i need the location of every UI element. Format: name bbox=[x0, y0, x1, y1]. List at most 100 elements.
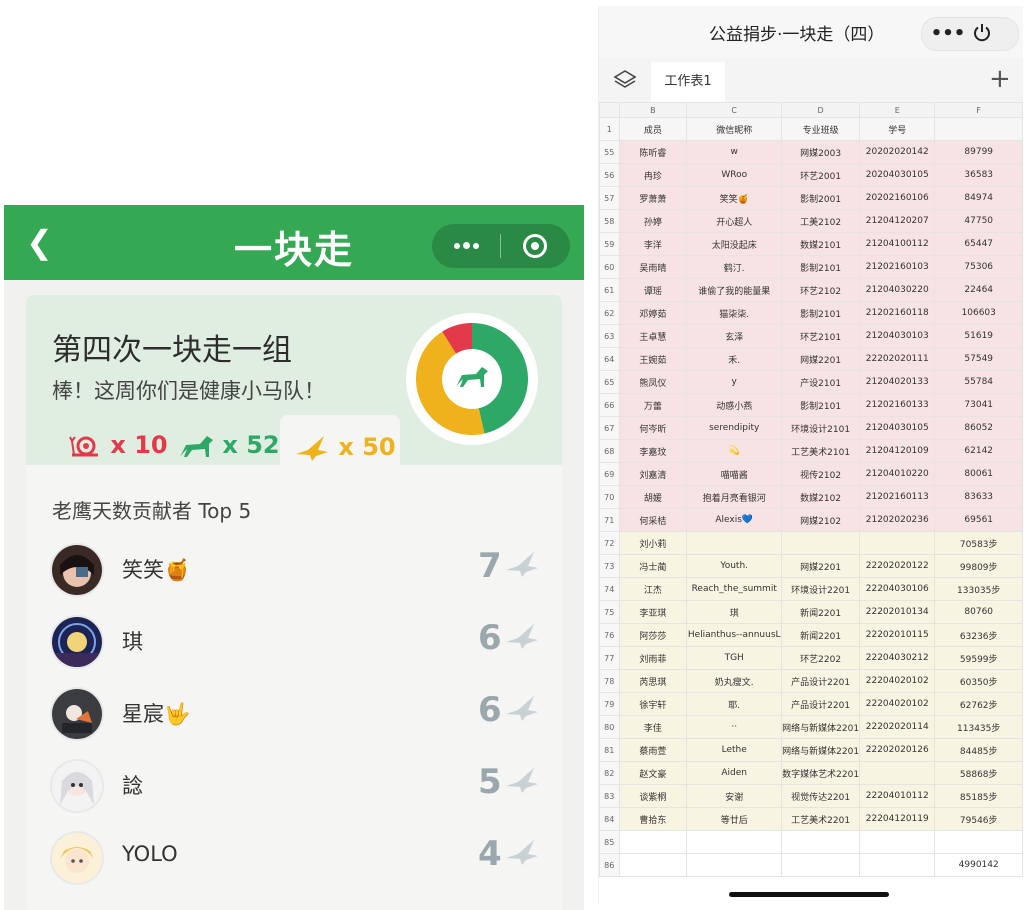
table-cell[interactable]: 吴雨晴 bbox=[618, 255, 688, 279]
table-cell[interactable]: 20202020142 bbox=[859, 140, 936, 164]
table-cell[interactable]: 网络与新媒体2201 bbox=[781, 715, 861, 739]
table-cell[interactable]: Reach_the_summit bbox=[686, 577, 783, 601]
add-sheet-button[interactable]: + bbox=[989, 64, 1011, 94]
table-cell[interactable]: 何岑昕 bbox=[618, 416, 688, 440]
table-cell[interactable] bbox=[781, 830, 861, 854]
table-cell[interactable] bbox=[618, 830, 688, 854]
table-cell[interactable]: 微信昵称 bbox=[686, 117, 783, 141]
row-number[interactable]: 55 bbox=[599, 140, 620, 164]
table-cell[interactable]: Youth. bbox=[686, 554, 783, 578]
row-number[interactable]: 62 bbox=[599, 301, 620, 325]
table-cell[interactable]: Alexis💙 bbox=[686, 508, 783, 532]
table-cell[interactable]: 85185步 bbox=[934, 784, 1023, 808]
table-cell[interactable]: 数媒2101 bbox=[781, 232, 861, 256]
table-cell[interactable]: 谁偷了我的能量果 bbox=[686, 278, 783, 302]
table-cell[interactable] bbox=[618, 853, 688, 877]
ranking-row[interactable]: 諗 5 bbox=[52, 756, 552, 816]
table-cell[interactable]: 产品设计2201 bbox=[781, 669, 861, 693]
table-cell[interactable]: 环艺2102 bbox=[781, 278, 861, 302]
table-cell[interactable]: 21204120207 bbox=[859, 209, 936, 233]
table-cell[interactable] bbox=[859, 761, 936, 785]
table-cell[interactable]: 笑笑🍯 bbox=[686, 186, 783, 210]
column-header[interactable]: B bbox=[618, 102, 688, 118]
table-cell[interactable]: 22464 bbox=[934, 278, 1023, 302]
row-number[interactable]: 79 bbox=[599, 692, 620, 716]
table-cell[interactable]: 网媒2003 bbox=[781, 140, 861, 164]
row-number[interactable]: 68 bbox=[599, 439, 620, 463]
table-cell[interactable]: 产品设计2201 bbox=[781, 692, 861, 716]
row-number[interactable]: 78 bbox=[599, 669, 620, 693]
table-cell[interactable] bbox=[859, 853, 936, 877]
table-cell[interactable]: 动感小燕 bbox=[686, 393, 783, 417]
table-cell[interactable]: 22204010112 bbox=[859, 784, 936, 808]
table-cell[interactable]: WRoo bbox=[686, 163, 783, 187]
table-cell[interactable]: 75306 bbox=[934, 255, 1023, 279]
table-cell[interactable]: 73041 bbox=[934, 393, 1023, 417]
table-cell[interactable]: 环境设计2201 bbox=[781, 577, 861, 601]
table-cell[interactable]: 21202160118 bbox=[859, 301, 936, 325]
table-cell[interactable]: 数字媒体艺术2201 bbox=[781, 761, 861, 785]
table-cell[interactable]: 李嘉玟 bbox=[618, 439, 688, 463]
table-cell[interactable]: 36583 bbox=[934, 163, 1023, 187]
table-cell[interactable]: 21204020133 bbox=[859, 370, 936, 394]
row-number[interactable]: 70 bbox=[599, 485, 620, 509]
row-number[interactable]: 74 bbox=[599, 577, 620, 601]
row-number[interactable]: 82 bbox=[599, 761, 620, 785]
table-cell[interactable]: 影制2101 bbox=[781, 393, 861, 417]
tab-sheet1[interactable]: 工作表1 bbox=[651, 62, 725, 102]
table-cell[interactable]: 新闻2201 bbox=[781, 600, 861, 624]
table-cell[interactable]: 环艺2202 bbox=[781, 646, 861, 670]
close-miniprogram-button[interactable] bbox=[501, 224, 570, 268]
table-cell[interactable]: 孙婷 bbox=[618, 209, 688, 233]
row-number[interactable]: 63 bbox=[599, 324, 620, 348]
ranking-row[interactable]: 笑笑🍯 7 bbox=[52, 540, 552, 600]
more-button[interactable] bbox=[432, 224, 500, 268]
table-cell[interactable]: 22204030106 bbox=[859, 577, 936, 601]
table-cell[interactable]: 99809步 bbox=[934, 554, 1023, 578]
row-number[interactable]: 85 bbox=[599, 830, 620, 854]
row-number[interactable]: 69 bbox=[599, 462, 620, 486]
table-cell[interactable]: 21204030220 bbox=[859, 278, 936, 302]
table-cell[interactable]: 22202010134 bbox=[859, 600, 936, 624]
row-number[interactable]: 83 bbox=[599, 784, 620, 808]
table-cell[interactable]: 谈紫桐 bbox=[618, 784, 688, 808]
table-cell[interactable]: 抱着月亮看银河 bbox=[686, 485, 783, 509]
table-cell[interactable]: 51619 bbox=[934, 324, 1023, 348]
table-cell[interactable]: 89799 bbox=[934, 140, 1023, 164]
table-cell[interactable]: 网络与新媒体2201 bbox=[781, 738, 861, 762]
more-button[interactable]: ••• bbox=[930, 18, 966, 50]
ranking-row[interactable]: 星宸🤟 6 bbox=[52, 684, 552, 744]
table-cell[interactable]: 65447 bbox=[934, 232, 1023, 256]
table-cell[interactable]: 新闻2201 bbox=[781, 623, 861, 647]
table-cell[interactable]: 冯士蔺 bbox=[618, 554, 688, 578]
table-cell[interactable]: 冉珍 bbox=[618, 163, 688, 187]
table-cell[interactable]: 陈听睿 bbox=[618, 140, 688, 164]
table-cell[interactable]: 产设2101 bbox=[781, 370, 861, 394]
table-cell[interactable] bbox=[934, 830, 1023, 854]
column-header[interactable]: F bbox=[934, 102, 1023, 118]
table-cell[interactable]: 106603 bbox=[934, 301, 1023, 325]
column-header[interactable]: E bbox=[859, 102, 936, 118]
table-cell[interactable]: 59599步 bbox=[934, 646, 1023, 670]
table-cell[interactable]: 万蕾 bbox=[618, 393, 688, 417]
table-cell[interactable]: ·· bbox=[686, 715, 783, 739]
table-cell[interactable]: 22204030212 bbox=[859, 646, 936, 670]
table-cell[interactable]: 21202020236 bbox=[859, 508, 936, 532]
table-cell[interactable]: 21202160113 bbox=[859, 485, 936, 509]
table-cell[interactable]: 李佳 bbox=[618, 715, 688, 739]
table-cell[interactable]: 60350步 bbox=[934, 669, 1023, 693]
table-cell[interactable]: 刘雨菲 bbox=[618, 646, 688, 670]
row-number[interactable]: 64 bbox=[599, 347, 620, 371]
table-cell[interactable]: Aiden bbox=[686, 761, 783, 785]
table-cell[interactable]: 专业班级 bbox=[781, 117, 861, 141]
table-cell[interactable] bbox=[781, 853, 861, 877]
table-cell[interactable]: 113435步 bbox=[934, 715, 1023, 739]
table-cell[interactable]: 4990142 bbox=[934, 853, 1023, 877]
table-cell[interactable]: 成员 bbox=[618, 117, 688, 141]
table-cell[interactable]: 耶. bbox=[686, 692, 783, 716]
table-cell[interactable]: 玄泽 bbox=[686, 324, 783, 348]
table-cell[interactable]: 网媒2102 bbox=[781, 508, 861, 532]
row-number[interactable]: 75 bbox=[599, 600, 620, 624]
table-cell[interactable]: 芮思琪 bbox=[618, 669, 688, 693]
table-cell[interactable]: 21204010220 bbox=[859, 462, 936, 486]
